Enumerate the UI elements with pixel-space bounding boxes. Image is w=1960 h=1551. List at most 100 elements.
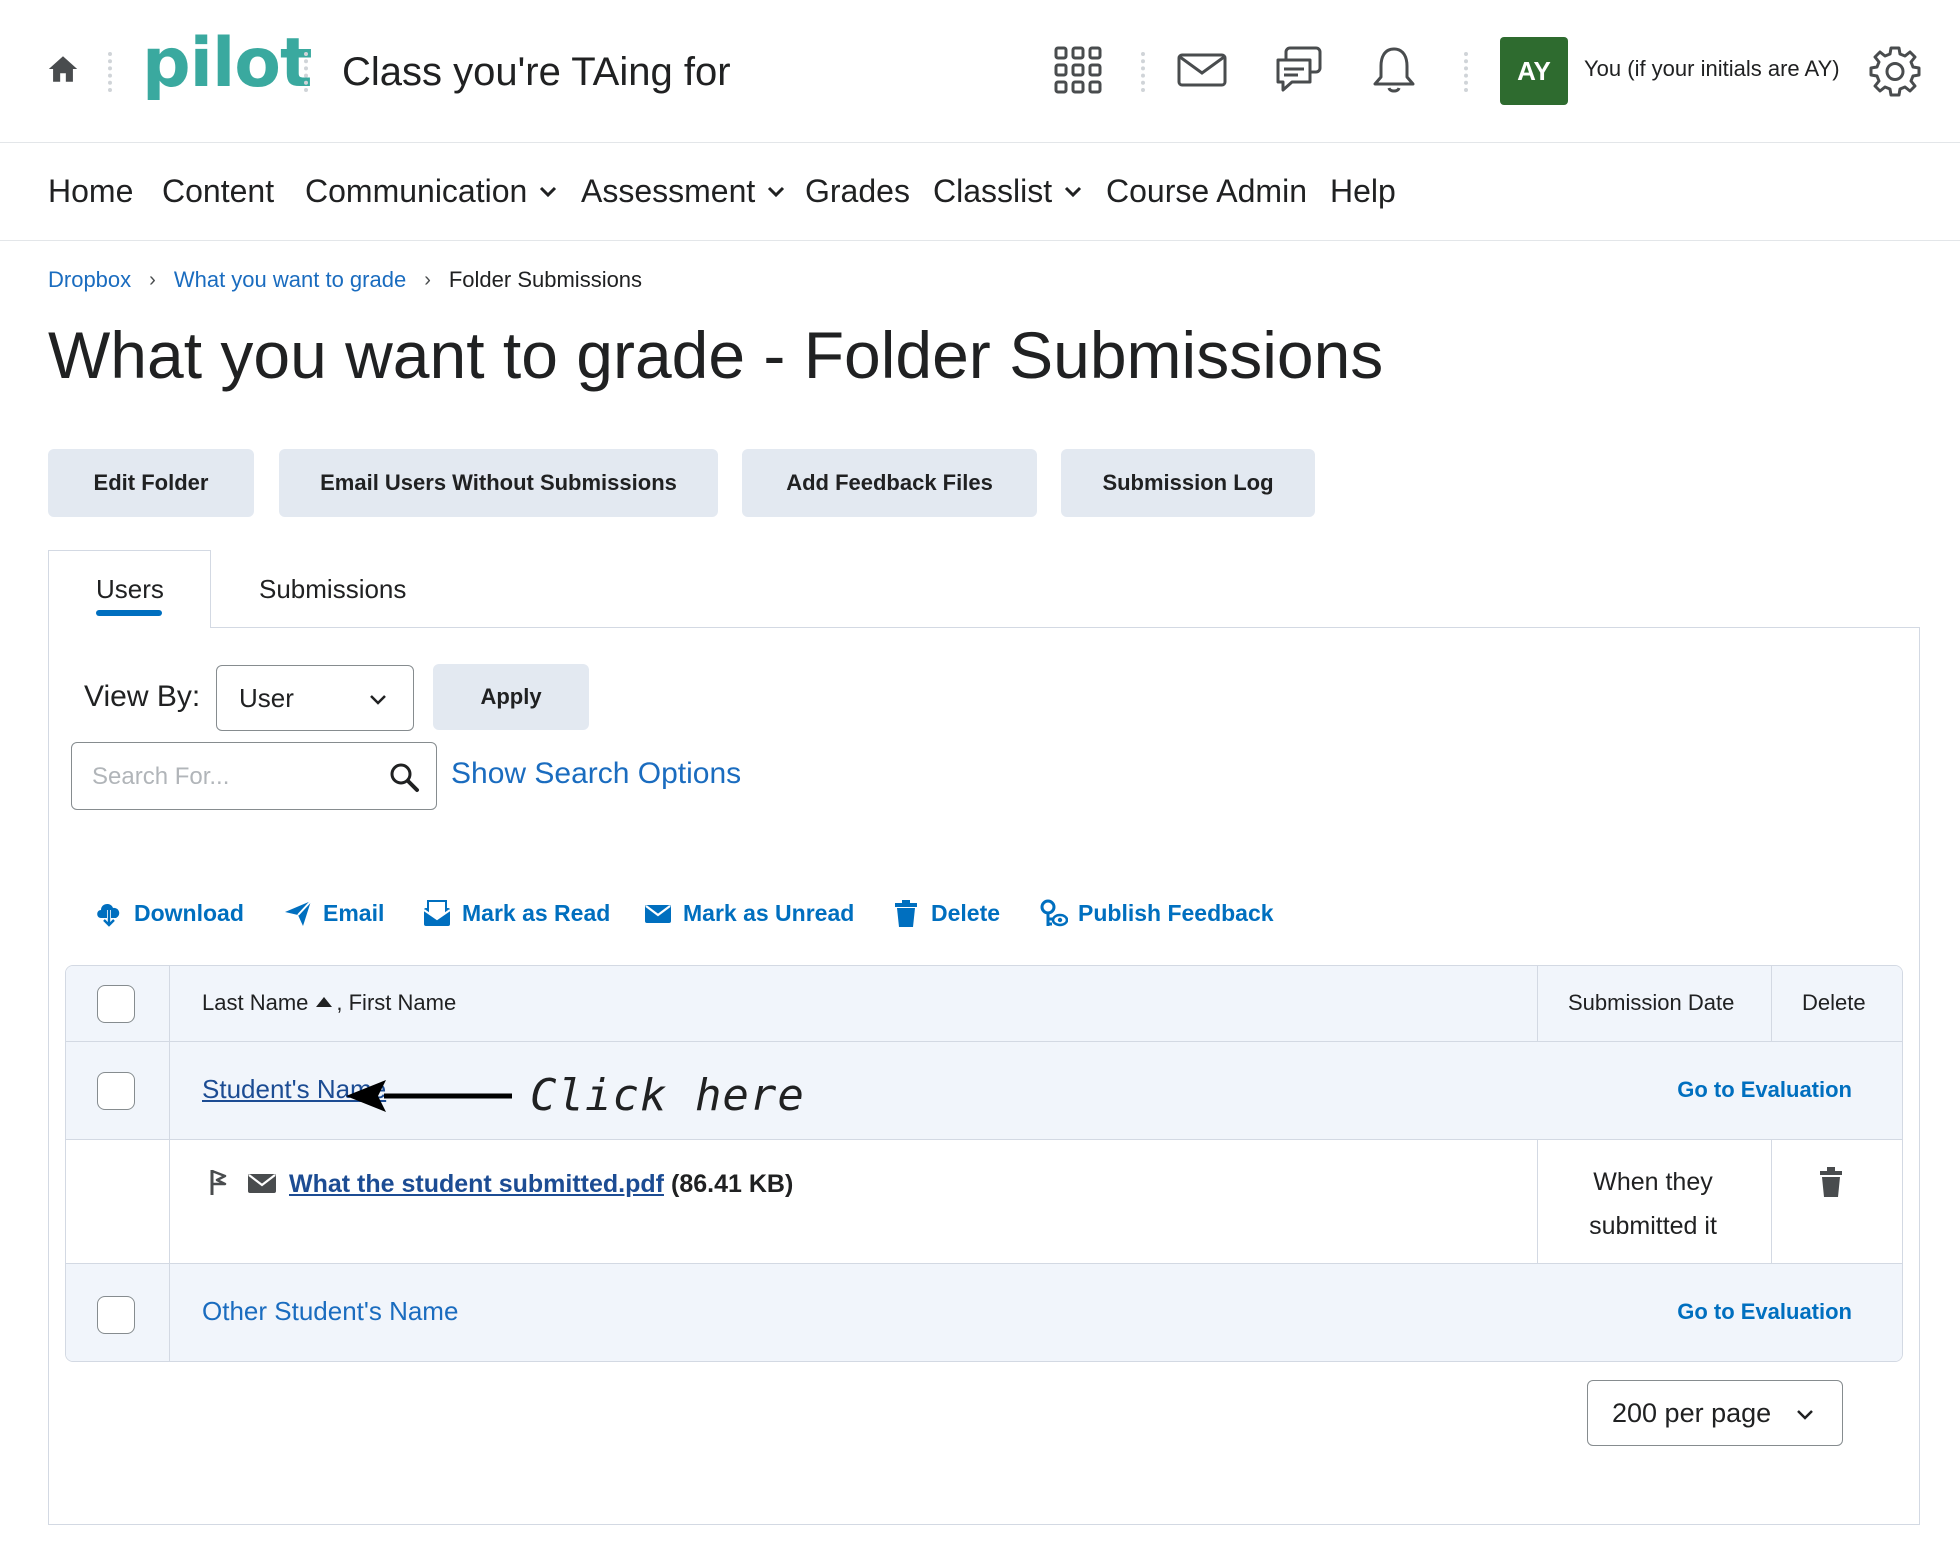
show-search-options-link[interactable]: Show Search Options <box>451 757 741 791</box>
view-by-select[interactable]: User <box>216 665 414 731</box>
tab-submissions[interactable]: Submissions <box>259 574 406 605</box>
nav-item-communication[interactable]: Communication <box>305 173 557 210</box>
mark-as-read-action[interactable]: Mark as Read <box>422 898 610 928</box>
tab-users[interactable]: Users <box>96 574 164 605</box>
page-title: What you want to grade - Folder Submissi… <box>48 318 1384 392</box>
download-action[interactable]: Download <box>94 898 244 928</box>
nav-label: Assessment <box>581 173 756 209</box>
delete-label: Delete <box>931 899 1001 926</box>
brand-logo[interactable]: pilot <box>142 30 313 98</box>
flag-icon[interactable] <box>208 1168 230 1196</box>
chevron-down-icon <box>1065 186 1082 197</box>
mail-icon[interactable] <box>1176 44 1228 96</box>
nav-item-content[interactable]: Content <box>162 173 274 210</box>
submission-date: When they submitted it <box>1538 1160 1768 1248</box>
publish-feedback-label: Publish Feedback <box>1078 899 1274 926</box>
column-divider <box>169 966 170 1361</box>
publish-feedback-action[interactable]: Publish Feedback <box>1038 898 1274 928</box>
header-divider <box>1141 52 1145 92</box>
nav-label: Course Admin <box>1106 173 1307 209</box>
gear-icon[interactable] <box>1868 44 1922 98</box>
column-divider <box>1771 966 1772 1042</box>
course-title[interactable]: Class you're TAing for <box>342 44 731 100</box>
mark-as-unread-action[interactable]: Mark as Unread <box>643 898 854 928</box>
chevron-down-icon <box>370 695 386 705</box>
row-checkbox[interactable] <box>97 1296 135 1334</box>
search-box <box>71 742 437 810</box>
trash-icon[interactable] <box>1818 1166 1844 1198</box>
annotation-text: Click here <box>530 1070 805 1121</box>
user-name[interactable]: You (if your initials are AY) <box>1584 56 1840 82</box>
column-divider <box>1771 1140 1772 1264</box>
first-name-header[interactable]: , First Name <box>336 990 456 1015</box>
submission-date-line: submitted it <box>1589 1212 1717 1240</box>
edit-folder-button[interactable]: Edit Folder <box>48 449 254 517</box>
waffle-grid-icon[interactable] <box>1052 44 1104 96</box>
email-action[interactable]: Email <box>283 898 384 928</box>
apply-button[interactable]: Apply <box>433 664 589 730</box>
breadcrumb-link-folder[interactable]: What you want to grade <box>174 267 406 293</box>
header-divider <box>1464 52 1468 92</box>
email-users-without-submissions-button[interactable]: Email Users Without Submissions <box>279 449 718 517</box>
nav-item-classlist[interactable]: Classlist <box>933 173 1082 210</box>
row-checkbox[interactable] <box>97 1072 135 1110</box>
submission-date-line: When they <box>1593 1168 1713 1196</box>
bell-icon[interactable] <box>1368 44 1420 96</box>
email-label: Email <box>323 899 385 926</box>
nav-item-grades[interactable]: Grades <box>805 173 910 210</box>
search-input[interactable] <box>92 759 372 795</box>
header-divider <box>304 52 308 92</box>
header-divider <box>108 52 112 92</box>
view-by-label: View By: <box>84 680 201 713</box>
nav-label: Classlist <box>933 173 1053 209</box>
mark-as-read-label: Mark as Read <box>462 899 611 926</box>
view-by-value: User <box>239 682 294 713</box>
nav-label: Communication <box>305 173 528 209</box>
nav-item-assessment[interactable]: Assessment <box>581 173 785 210</box>
nav-item-course-admin[interactable]: Course Admin <box>1106 173 1307 210</box>
breadcrumb-separator: › <box>149 268 156 291</box>
add-feedback-files-button[interactable]: Add Feedback Files <box>742 449 1037 517</box>
per-page-value: 200 per page <box>1612 1397 1772 1428</box>
chevron-down-icon <box>1797 1410 1813 1420</box>
home-icon[interactable] <box>46 52 80 86</box>
nav-item-help[interactable]: Help <box>1330 173 1396 210</box>
search-icon[interactable] <box>388 761 420 793</box>
nav-label: Content <box>162 173 275 209</box>
trash-icon <box>895 900 917 927</box>
table-row: Student's Name Go to Evaluation <box>66 1042 1902 1140</box>
table-header-row: Last Name , First Name Submission Date De… <box>66 966 1902 1042</box>
submission-log-button[interactable]: Submission Log <box>1061 449 1315 517</box>
nav-label: Help <box>1330 173 1396 209</box>
nav-item-home[interactable]: Home <box>48 173 133 210</box>
go-to-evaluation-link[interactable]: Go to Evaluation <box>1677 1077 1852 1103</box>
mark-as-unread-label: Mark as Unread <box>683 899 855 926</box>
select-all-checkbox[interactable] <box>97 985 135 1023</box>
per-page-select[interactable]: 200 per page <box>1587 1380 1843 1446</box>
annotation-arrow-icon <box>346 1080 512 1112</box>
course-navbar: Home Content Communication Assessment Gr… <box>0 143 1960 241</box>
active-tab-indicator <box>96 610 162 616</box>
table-row: Other Student's Name Go to Evaluation <box>66 1264 1902 1361</box>
sort-ascending-icon <box>316 997 333 1007</box>
envelope-icon <box>645 905 671 923</box>
column-header-name[interactable]: Last Name , First Name <box>202 990 456 1016</box>
breadcrumb-link-dropbox[interactable]: Dropbox <box>48 267 131 293</box>
avatar[interactable]: AY <box>1500 37 1568 105</box>
chevron-down-icon <box>768 186 785 197</box>
go-to-evaluation-link[interactable]: Go to Evaluation <box>1677 1299 1852 1325</box>
column-divider <box>1537 966 1538 1042</box>
top-header: pilot Class you're TAing for AY You (if … <box>0 0 1960 143</box>
cloud-download-icon <box>97 904 120 928</box>
download-label: Download <box>134 899 244 926</box>
chat-icon[interactable] <box>1272 44 1324 96</box>
last-name-header[interactable]: Last Name <box>202 990 308 1015</box>
send-icon <box>285 900 312 926</box>
student-name-link[interactable]: Other Student's Name <box>202 1296 458 1327</box>
column-header-submission-date[interactable]: Submission Date <box>1568 990 1734 1016</box>
envelope-open-icon <box>423 900 451 926</box>
breadcrumb-separator: › <box>424 268 431 291</box>
breadcrumb: Dropbox › What you want to grade › Folde… <box>48 267 642 293</box>
submission-file-link[interactable]: What the student submitted.pdf <box>289 1170 664 1199</box>
delete-action[interactable]: Delete <box>891 898 1000 928</box>
